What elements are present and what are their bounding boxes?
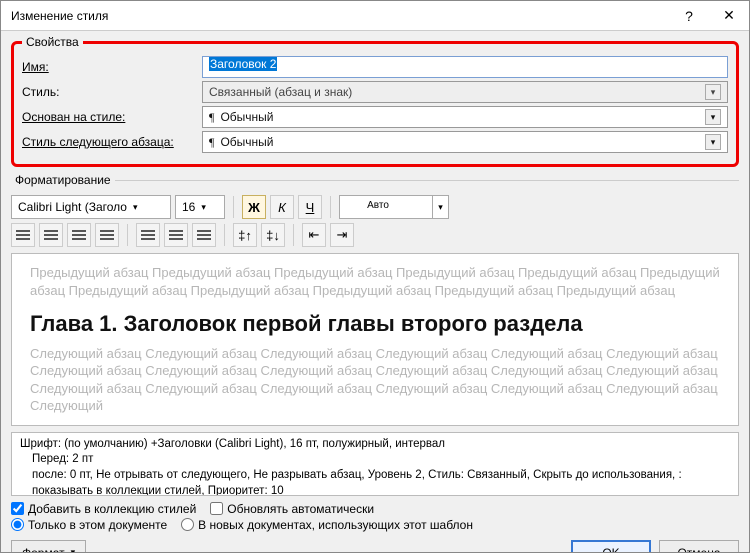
preview-prev-para: Предыдущий абзац Предыдущий абзац Предыд… (30, 264, 720, 299)
fontcolor-combo[interactable]: Авто ▾ (339, 195, 449, 219)
titlebar: Изменение стиля ↖ ? ✕ (1, 1, 749, 31)
preview-pane: Предыдущий абзац Предыдущий абзац Предыд… (11, 253, 739, 426)
name-label: Имя: (22, 60, 202, 74)
modify-style-dialog: Изменение стиля ↖ ? ✕ Свойства Имя: Заго… (0, 0, 750, 553)
close-button[interactable]: ✕ (709, 1, 749, 31)
linespacing-15-button[interactable] (164, 223, 188, 247)
styletype-value: Связанный (абзац и знак) (209, 85, 352, 99)
spacing-1-icon (141, 234, 155, 236)
preview-next-para: Следующий абзац Следующий абзац Следующи… (30, 345, 720, 415)
italic-button[interactable]: К (270, 195, 294, 219)
align-justify-icon (100, 234, 114, 236)
format-button[interactable]: Формат▾ (11, 540, 86, 552)
align-justify-button[interactable] (95, 223, 119, 247)
chevron-down-icon: ▾ (432, 196, 448, 218)
paragraph-toolbar: ‡↑ ‡↓ ⇤ ⇥ (11, 223, 739, 247)
bold-button[interactable]: Ж (242, 195, 266, 219)
font-combo[interactable]: Calibri Light (Заголо▾ (11, 195, 171, 219)
nextpara-label: Стиль следующего абзаца: (22, 135, 202, 149)
auto-update-checkbox[interactable]: Обновлять автоматически (210, 502, 374, 516)
indent-decrease-button[interactable]: ⇤ (302, 223, 326, 247)
chevron-down-icon: ▾ (705, 109, 721, 125)
para-up-icon: ‡↑ (238, 228, 252, 243)
formatting-group: Форматирование Calibri Light (Заголо▾ 16… (11, 173, 739, 534)
only-doc-radio[interactable]: Только в этом документе (11, 518, 167, 532)
nextpara-combo[interactable]: ¶ Обычный ▾ (202, 131, 728, 153)
space-before-inc-button[interactable]: ‡↑ (233, 223, 257, 247)
styletype-label: Стиль: (22, 85, 202, 99)
underline-button[interactable]: Ч (298, 195, 322, 219)
dialog-title: Изменение стиля (11, 9, 656, 23)
basedon-value: Обычный (220, 110, 273, 124)
align-right-button[interactable] (67, 223, 91, 247)
preview-heading: Глава 1. Заголовок первой главы второго … (30, 309, 720, 339)
align-right-icon (72, 234, 86, 236)
align-center-icon (44, 234, 58, 236)
ok-button[interactable]: OK (571, 540, 651, 552)
styletype-combo[interactable]: Связанный (абзац и знак) ▾ (202, 81, 728, 103)
fontcolor-swatch: Авто (343, 198, 413, 216)
chevron-down-icon: ▾ (133, 202, 138, 213)
properties-legend: Свойства (22, 35, 83, 49)
nextpara-value: Обычный (220, 135, 273, 149)
formatting-legend: Форматирование (11, 173, 115, 187)
chevron-down-icon: ▾ (71, 547, 76, 552)
indent-icon: ⇥ (337, 227, 348, 243)
chevron-down-icon: ▾ (705, 84, 721, 100)
space-before-dec-button[interactable]: ‡↓ (261, 223, 285, 247)
pilcrow-icon: ¶ (209, 135, 214, 150)
chevron-down-icon: ▾ (201, 202, 206, 213)
align-left-button[interactable] (11, 223, 35, 247)
font-toolbar: Calibri Light (Заголо▾ 16▾ Ж К Ч Авто ▾ (11, 195, 739, 219)
properties-group: Свойства Имя: Заголовок 2 Стиль: Связанн… (11, 35, 739, 167)
fontsize-combo[interactable]: 16▾ (175, 195, 225, 219)
name-value: Заголовок 2 (209, 57, 277, 71)
basedon-combo[interactable]: ¶ Обычный ▾ (202, 106, 728, 128)
name-input[interactable]: Заголовок 2 (202, 56, 728, 78)
help-button[interactable]: ? (669, 1, 709, 31)
outdent-icon: ⇤ (309, 227, 320, 243)
new-docs-radio[interactable]: В новых документах, использующих этот ша… (181, 518, 473, 532)
spacing-15-icon (169, 234, 183, 236)
dialog-buttons: Формат▾ OK Отмена (11, 540, 739, 552)
basedon-label: Основан на стиле: (22, 110, 202, 124)
linespacing-1-button[interactable] (136, 223, 160, 247)
linespacing-2-button[interactable] (192, 223, 216, 247)
align-center-button[interactable] (39, 223, 63, 247)
align-left-icon (16, 234, 30, 236)
para-down-icon: ‡↓ (266, 228, 280, 243)
cancel-button[interactable]: Отмена (659, 540, 739, 552)
options-area: Добавить в коллекцию стилей Обновлять ав… (11, 502, 739, 532)
add-gallery-checkbox[interactable]: Добавить в коллекцию стилей (11, 502, 196, 516)
pilcrow-icon: ¶ (209, 110, 214, 125)
chevron-down-icon: ▾ (705, 134, 721, 150)
indent-increase-button[interactable]: ⇥ (330, 223, 354, 247)
spacing-2-icon (197, 234, 211, 236)
style-description: Шрифт: (по умолчанию) +Заголовки (Calibr… (11, 432, 739, 496)
